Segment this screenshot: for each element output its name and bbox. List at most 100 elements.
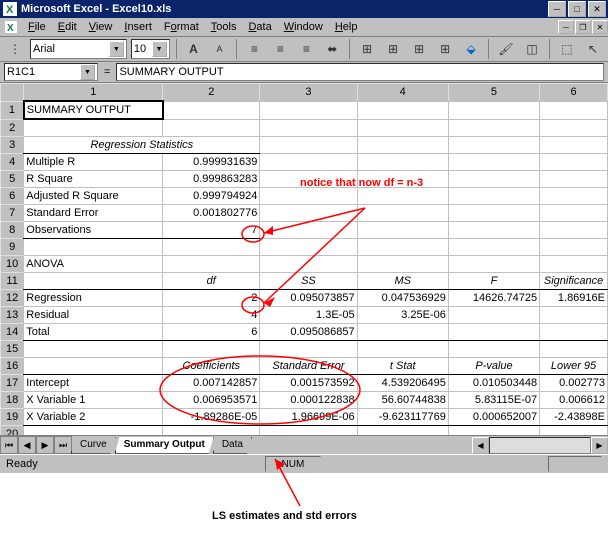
- col-header[interactable]: 2: [163, 84, 260, 102]
- row-header[interactable]: 1: [1, 101, 24, 119]
- cell[interactable]: [260, 222, 357, 239]
- cell[interactable]: [448, 256, 539, 273]
- cell[interactable]: 0.006612: [540, 392, 608, 409]
- cell[interactable]: 2: [163, 290, 260, 307]
- cell[interactable]: [163, 101, 260, 119]
- cell[interactable]: 0.999863283: [163, 171, 260, 188]
- border3-icon[interactable]: ⊞: [408, 37, 430, 61]
- cell[interactable]: SUMMARY OUTPUT: [24, 101, 163, 119]
- cell[interactable]: SS: [260, 273, 357, 290]
- fill-color-icon[interactable]: ⬙: [460, 37, 482, 61]
- cell[interactable]: [24, 341, 163, 358]
- cell[interactable]: df: [163, 273, 260, 290]
- cell[interactable]: 0.095073857: [260, 290, 357, 307]
- cell[interactable]: [163, 341, 260, 358]
- cell[interactable]: 0.999931639: [163, 154, 260, 171]
- cell[interactable]: [448, 426, 539, 436]
- dropdown-icon[interactable]: ▼: [152, 41, 167, 57]
- cell[interactable]: [448, 239, 539, 256]
- menu-data[interactable]: Data: [242, 21, 277, 33]
- align-center-icon[interactable]: ≡: [269, 37, 291, 61]
- row-header[interactable]: 10: [1, 256, 24, 273]
- row-header[interactable]: 5: [1, 171, 24, 188]
- cell[interactable]: R Square: [24, 171, 163, 188]
- cell[interactable]: 0.006953571: [163, 392, 260, 409]
- cell[interactable]: [357, 256, 448, 273]
- cell[interactable]: 5.83115E-07: [448, 392, 539, 409]
- pointer-icon[interactable]: ↖: [582, 37, 604, 61]
- cell[interactable]: 1.86916E: [540, 290, 608, 307]
- cell[interactable]: Multiple R: [24, 154, 163, 171]
- cell[interactable]: MS: [357, 273, 448, 290]
- col-header[interactable]: 6: [540, 84, 608, 102]
- cell[interactable]: 3.25E-06: [357, 307, 448, 324]
- cell[interactable]: Total: [24, 324, 163, 341]
- cell[interactable]: Intercept: [24, 375, 163, 392]
- cell[interactable]: 1.96699E-06: [260, 409, 357, 426]
- col-header[interactable]: 3: [260, 84, 357, 102]
- row-header[interactable]: 12: [1, 290, 24, 307]
- cell[interactable]: [540, 188, 608, 205]
- cell[interactable]: Standard Error: [260, 358, 357, 375]
- menu-insert[interactable]: Insert: [118, 21, 158, 33]
- row-header[interactable]: 7: [1, 205, 24, 222]
- cell[interactable]: 0.007142857: [163, 375, 260, 392]
- cell[interactable]: [357, 101, 448, 119]
- cell[interactable]: ANOVA: [24, 256, 163, 273]
- decrease-font-icon[interactable]: A: [208, 37, 230, 61]
- cell[interactable]: 0.001802776: [163, 205, 260, 222]
- cell[interactable]: [260, 239, 357, 256]
- cell[interactable]: [448, 137, 539, 154]
- cell[interactable]: [540, 426, 608, 436]
- cell[interactable]: [357, 341, 448, 358]
- border4-icon[interactable]: ⊞: [434, 37, 456, 61]
- close-button[interactable]: ✕: [588, 1, 606, 17]
- cell[interactable]: [540, 154, 608, 171]
- borders-icon[interactable]: ⊞: [356, 37, 378, 61]
- increase-font-icon[interactable]: A: [182, 37, 204, 61]
- mdi-icon[interactable]: X: [4, 20, 18, 34]
- cell[interactable]: [357, 154, 448, 171]
- cell[interactable]: [260, 101, 357, 119]
- row-header[interactable]: 13: [1, 307, 24, 324]
- row-header[interactable]: 8: [1, 222, 24, 239]
- row-header[interactable]: 2: [1, 119, 24, 137]
- cell[interactable]: [540, 222, 608, 239]
- cell[interactable]: [163, 119, 260, 137]
- menu-edit[interactable]: Edit: [52, 21, 83, 33]
- cell[interactable]: [448, 154, 539, 171]
- cell[interactable]: [540, 256, 608, 273]
- cell[interactable]: [24, 426, 163, 436]
- cell[interactable]: Lower 95: [540, 358, 608, 375]
- cell[interactable]: Significance: [540, 273, 608, 290]
- mdi-close-button[interactable]: ✕: [592, 20, 608, 34]
- cell[interactable]: 0.001573592: [260, 375, 357, 392]
- row-header[interactable]: 14: [1, 324, 24, 341]
- row-header[interactable]: 4: [1, 154, 24, 171]
- menu-window[interactable]: Window: [278, 21, 329, 33]
- cell[interactable]: [357, 426, 448, 436]
- cell[interactable]: [163, 426, 260, 436]
- cell[interactable]: Observations: [24, 222, 163, 239]
- cell[interactable]: 0.000652007: [448, 409, 539, 426]
- border2-icon[interactable]: ⊞: [382, 37, 404, 61]
- row-header[interactable]: 9: [1, 239, 24, 256]
- toolbar-handle-icon[interactable]: ⋮: [4, 37, 26, 61]
- select-icon[interactable]: ⬚: [556, 37, 578, 61]
- dropdown-icon[interactable]: ▼: [80, 64, 95, 80]
- cell[interactable]: Adjusted R Square: [24, 188, 163, 205]
- row-header[interactable]: 11: [1, 273, 24, 290]
- cell[interactable]: 6: [163, 324, 260, 341]
- cell[interactable]: t Stat: [357, 358, 448, 375]
- cell[interactable]: [357, 171, 448, 188]
- cell[interactable]: 0.000122838: [260, 392, 357, 409]
- align-left-icon[interactable]: ≡: [243, 37, 265, 61]
- menu-help[interactable]: Help: [329, 21, 364, 33]
- cell[interactable]: [357, 119, 448, 137]
- row-header[interactable]: 19: [1, 409, 24, 426]
- row-header[interactable]: 3: [1, 137, 24, 154]
- menu-tools[interactable]: Tools: [205, 21, 243, 33]
- menu-format[interactable]: Format: [158, 21, 205, 33]
- row-header[interactable]: 20: [1, 426, 24, 436]
- cell[interactable]: [260, 137, 357, 154]
